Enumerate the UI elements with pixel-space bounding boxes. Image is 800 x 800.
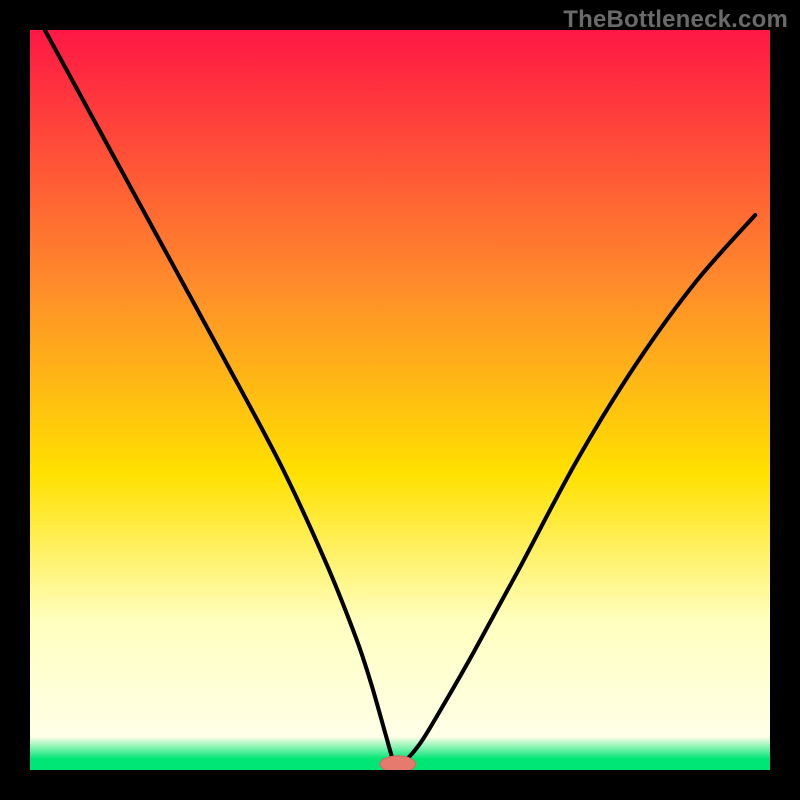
- optimal-marker: [380, 756, 416, 770]
- watermark-text: TheBottleneck.com: [563, 6, 788, 34]
- chart-plot-area: [30, 30, 770, 770]
- chart-background-gradient: [30, 30, 770, 770]
- chart-stage: TheBottleneck.com: [0, 0, 800, 800]
- chart-svg: [30, 30, 770, 770]
